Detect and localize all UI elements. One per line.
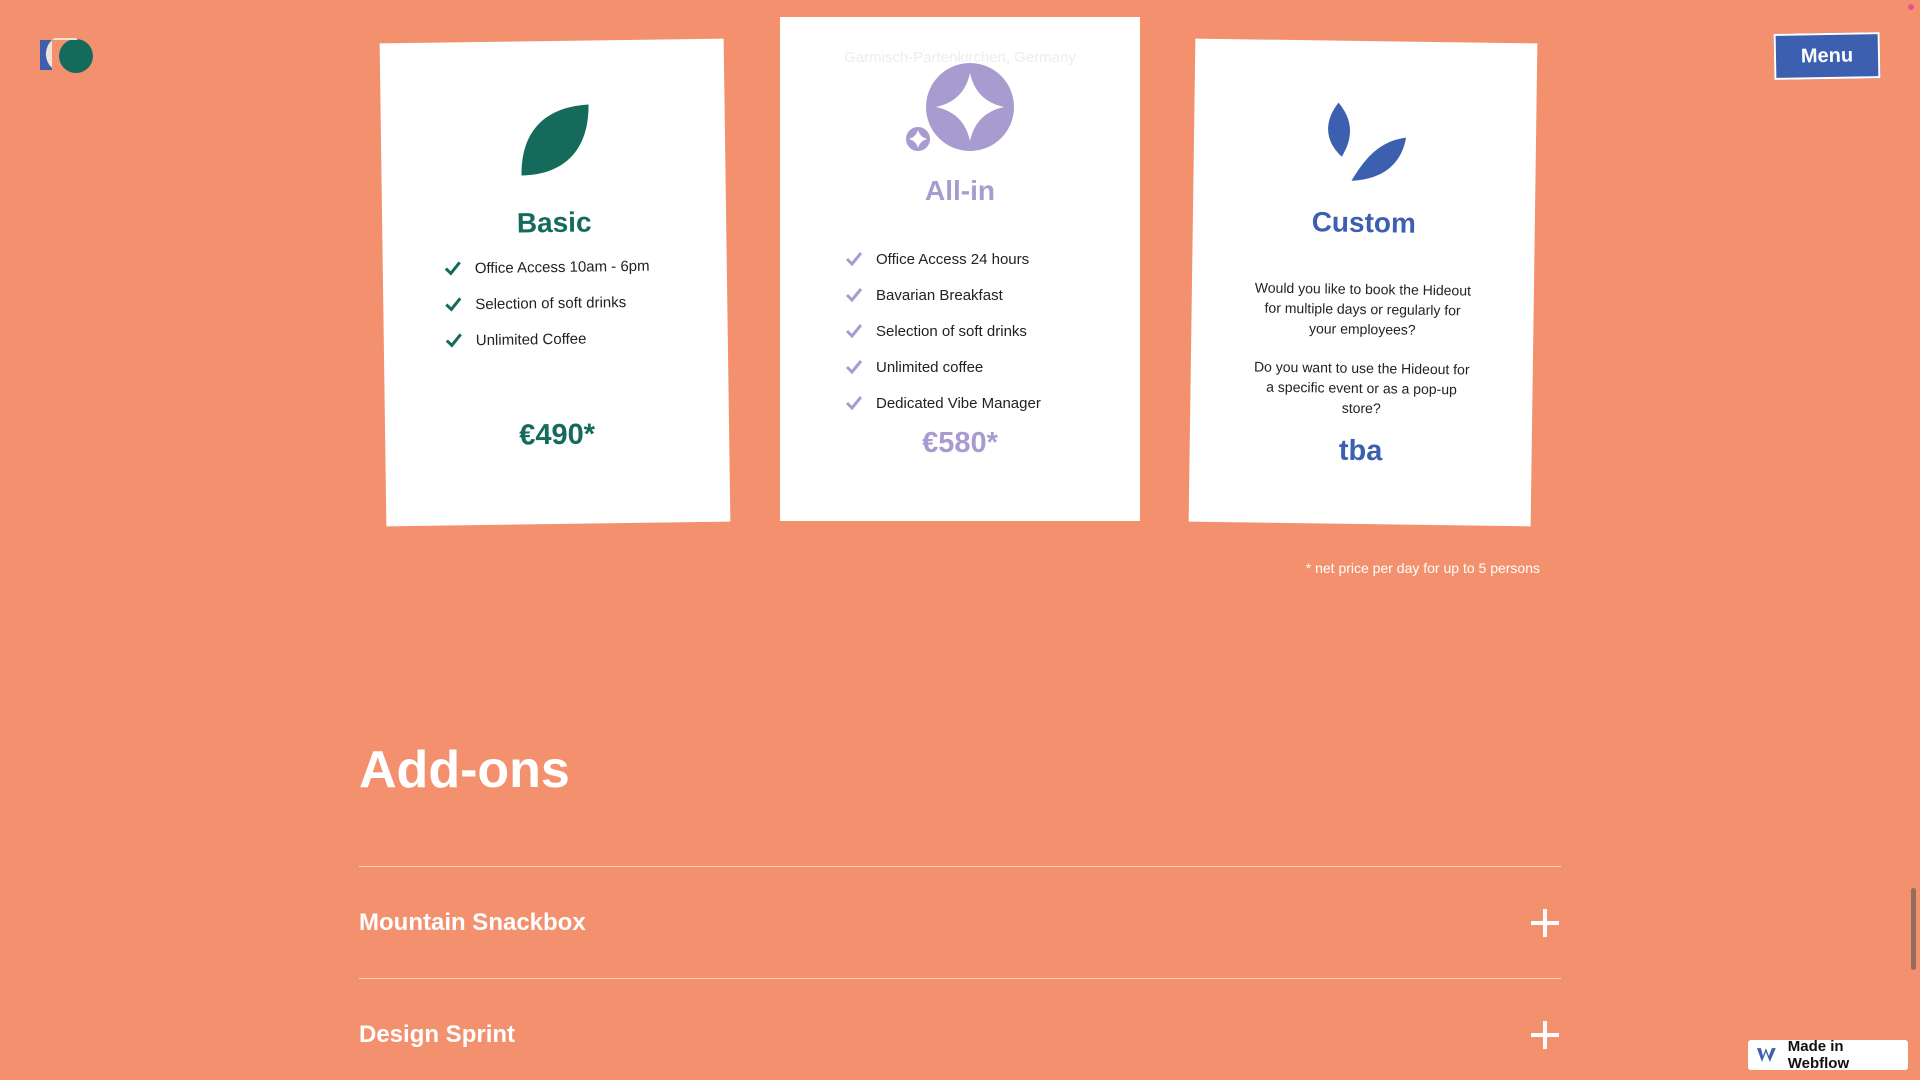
list-item: Unlimited coffee [844, 349, 1041, 385]
list-item: Unlimited Coffee [444, 320, 651, 359]
list-item: Bavarian Breakfast [844, 277, 1041, 313]
addons-heading: Add-ons [359, 741, 570, 799]
list-item: Selection of soft drinks [844, 313, 1041, 349]
divider [359, 978, 1561, 979]
check-icon [444, 261, 461, 276]
made-in-webflow-badge[interactable]: Made in Webflow [1748, 1038, 1908, 1072]
list-item: Office Access 10am - 6pm [443, 248, 650, 287]
addon-item-mountain-snackbox[interactable]: Mountain Snackbox [359, 893, 1561, 953]
check-icon [445, 333, 462, 348]
plan-title: Custom [1311, 206, 1417, 239]
plan-card-allin: Garmisch-Partenkirchen, Germany All-in O… [780, 17, 1140, 521]
plan-price: €490* [519, 418, 596, 452]
check-icon [845, 396, 863, 411]
plus-icon[interactable] [1529, 907, 1561, 939]
leaf-icon [521, 104, 589, 176]
list-item: Office Access 24 hours [844, 241, 1041, 277]
check-icon [445, 297, 462, 312]
addon-item-design-sprint[interactable]: Design Sprint [359, 1005, 1561, 1065]
double-leaf-icon [1328, 102, 1407, 181]
menu-button[interactable]: Menu [1773, 32, 1881, 80]
webflow-icon [1756, 1048, 1776, 1062]
plan-title: All-in [925, 175, 995, 206]
plan-description: Would you like to book the Hideout for m… [1254, 279, 1472, 338]
plan-card-basic: Basic Office Access 10am - 6pm Selection… [379, 38, 731, 527]
plan-description: Do you want to use the Hideout for a spe… [1253, 358, 1470, 417]
check-icon [845, 324, 863, 339]
check-icon [845, 288, 863, 303]
feature-list: Office Access 10am - 6pm Selection of so… [443, 248, 651, 359]
plan-title: Basic [516, 206, 592, 239]
plus-icon[interactable] [1529, 1019, 1561, 1051]
addon-label: Design Sprint [359, 1021, 516, 1048]
feature-list: Office Access 24 hours Bavarian Breakfas… [844, 241, 1041, 421]
status-dot [1908, 4, 1914, 10]
list-item: Dedicated Vibe Manager [844, 385, 1041, 421]
badge-label: Made in Webflow [1787, 1038, 1850, 1072]
scrollbar-thumb[interactable] [1911, 888, 1916, 970]
plan-card-custom: Custom Would you like to book the Hideou… [1188, 38, 1538, 527]
star-icon [906, 63, 1014, 151]
divider [359, 866, 1561, 867]
plan-price: tba [1338, 434, 1383, 468]
check-icon [845, 360, 863, 375]
price-footnote: * net price per day for up to 5 persons [1305, 560, 1540, 576]
check-icon [845, 252, 863, 267]
list-item: Selection of soft drinks [443, 284, 650, 323]
studio-logo-icon[interactable] [38, 38, 94, 74]
plan-price: €580* [922, 427, 998, 459]
addon-label: Mountain Snackbox [359, 909, 586, 936]
